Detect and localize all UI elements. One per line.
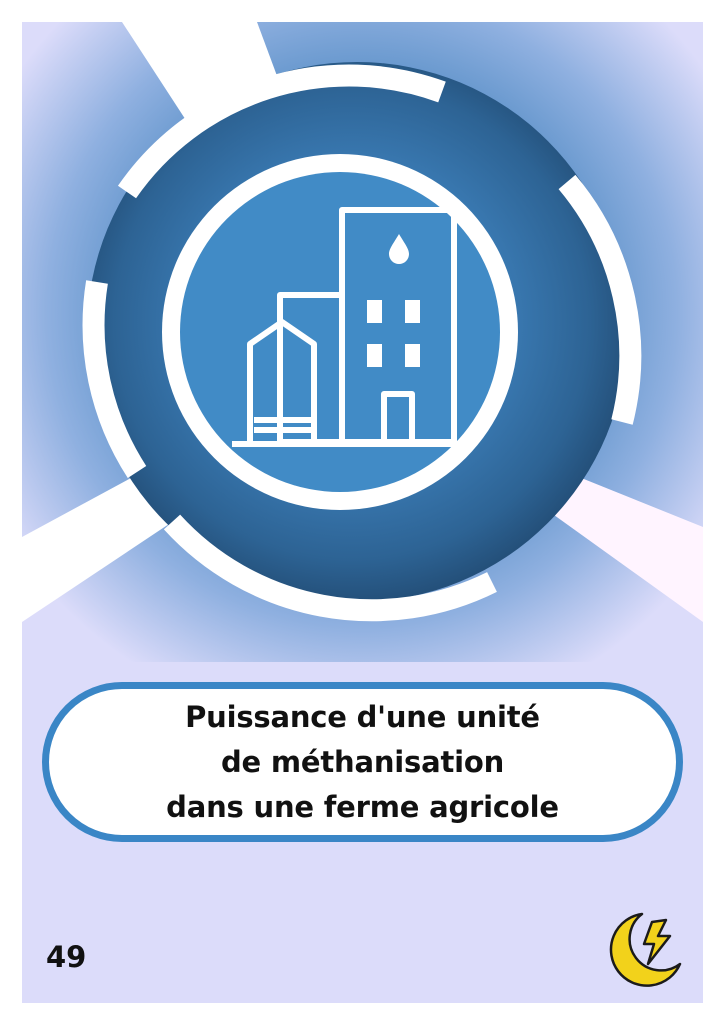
card-title: Puissance d'une unité de méthanisation d…	[166, 699, 559, 824]
title-frame: Puissance d'une unité de méthanisation d…	[42, 682, 683, 842]
lightning-moon-logo-icon	[609, 912, 682, 987]
card: Puissance d'une unité de méthanisation d…	[22, 22, 703, 1003]
card-illustration	[22, 22, 703, 662]
card-number: 49	[46, 940, 87, 974]
